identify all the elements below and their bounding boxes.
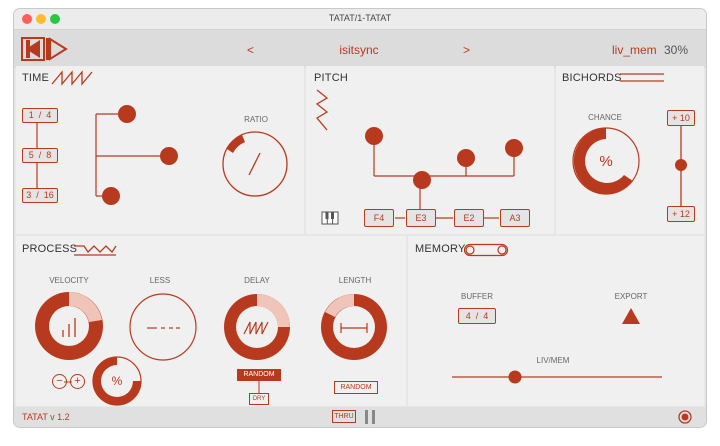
export-label: EXPORT [614,292,648,301]
bichords-title: BICHORDS [562,72,622,84]
time-ratio-2-den: 8 [46,150,52,160]
process-title: PROCESS [22,243,78,255]
ratio-knob[interactable] [220,129,290,199]
pitch-note-2[interactable]: E3 [406,209,436,227]
version-label: TATAT v 1.2 [22,412,70,422]
header-bar: < isitsync > liv_mem 30% [14,30,706,68]
livmem-label: LIV/MEM [536,356,570,365]
time-ratio-3-den: 16 [43,190,54,200]
window-title: TATAT/1-TATAT [328,13,392,23]
bichords-bottom-interval[interactable]: + 12 [667,206,695,222]
record-icon[interactable] [678,410,692,424]
mode-percent: 30% [664,43,689,57]
time-node-3[interactable] [102,187,120,205]
chance-percent-symbol: % [599,153,613,170]
memory-tape-icon [463,243,509,257]
bichords-top-interval[interactable]: + 10 [667,110,695,126]
less-label: LESS [149,276,171,285]
buffer-label: BUFFER [461,292,493,301]
delay-dry-button[interactable]: DRY [249,393,269,405]
preset-next-button[interactable]: > [463,43,470,57]
tatat-logo-icon [21,37,68,61]
chance-label: CHANCE [588,113,622,122]
bichords-lines-icon [620,73,664,82]
livmem-slider[interactable] [452,370,662,384]
time-ratio-1-num: 1 [28,110,34,120]
preset-name[interactable]: isitsync [314,43,404,57]
pitch-panel: PITCH F4 E3 E2 A3 [306,66,554,234]
time-panel: TIME 1 / 4 5 / 8 3 / 16 RATIO [16,66,304,234]
less-knob[interactable] [128,292,198,362]
pitch-node-2[interactable] [413,171,431,189]
bichords-panel: BICHORDS CHANCE % + 10 + 12 [556,66,704,234]
export-triangle-icon[interactable] [622,308,640,324]
time-ratio-2-num: 5 [28,150,34,160]
piano-keys-icon[interactable] [321,211,339,225]
time-ratio-2[interactable]: 5 / 8 [22,148,58,163]
delay-knob[interactable] [222,292,292,362]
velocity-link-line [64,381,72,383]
pitch-node-4[interactable] [505,139,523,157]
memory-panel: MEMORY BUFFER 4 / 4 EXPORT LIV/MEM [408,236,704,406]
time-ratio-1[interactable]: 1 / 4 [22,108,58,123]
pitch-note-1[interactable]: F4 [364,209,394,227]
time-node-1[interactable] [118,105,136,123]
pitch-node-3[interactable] [457,149,475,167]
pitch-note-3[interactable]: E2 [454,209,484,227]
length-knob[interactable] [319,292,389,362]
pitch-node-1[interactable] [365,127,383,145]
time-ratio-3[interactable]: 3 / 16 [22,188,58,203]
pitch-note-4[interactable]: A3 [500,209,530,227]
title-bar: TATAT/1-TATAT [14,9,706,30]
mode-label[interactable]: liv_mem [612,43,657,57]
time-node-2[interactable] [160,147,178,165]
time-ratio-3-num: 3 [26,190,32,200]
buffer-ratio[interactable]: 4 / 4 [458,308,496,324]
delay-random-button[interactable]: RANDOM [237,369,281,381]
preset-prev-button[interactable]: < [247,43,254,57]
process-panel: PROCESS VELOCITY LESS DELAY LENGTH % − + [16,236,406,406]
velocity-knob[interactable] [33,290,105,362]
ratio-label: RATIO [244,115,268,124]
buffer-num: 4 [465,311,471,321]
memory-title: MEMORY [415,243,466,255]
delay-label: DELAY [244,276,270,285]
delay-link-line [258,381,260,393]
process-wave-icon [74,245,117,256]
velocity-label: VELOCITY [49,276,89,285]
plugin-window: TATAT/1-TATAT < isitsync > liv_mem 30% T… [14,9,706,427]
velocity-plus-button[interactable]: + [70,374,85,389]
footer-bar: TATAT v 1.2 THRU [14,407,706,427]
buffer-den: 4 [483,311,489,321]
velocity-percent-symbol: % [111,374,123,388]
length-label: LENGTH [338,276,372,285]
length-random-button[interactable]: RANDOM [334,381,378,394]
time-ratio-1-den: 4 [46,110,52,120]
pause-icon[interactable] [364,410,376,424]
thru-button[interactable]: THRU [332,410,356,423]
